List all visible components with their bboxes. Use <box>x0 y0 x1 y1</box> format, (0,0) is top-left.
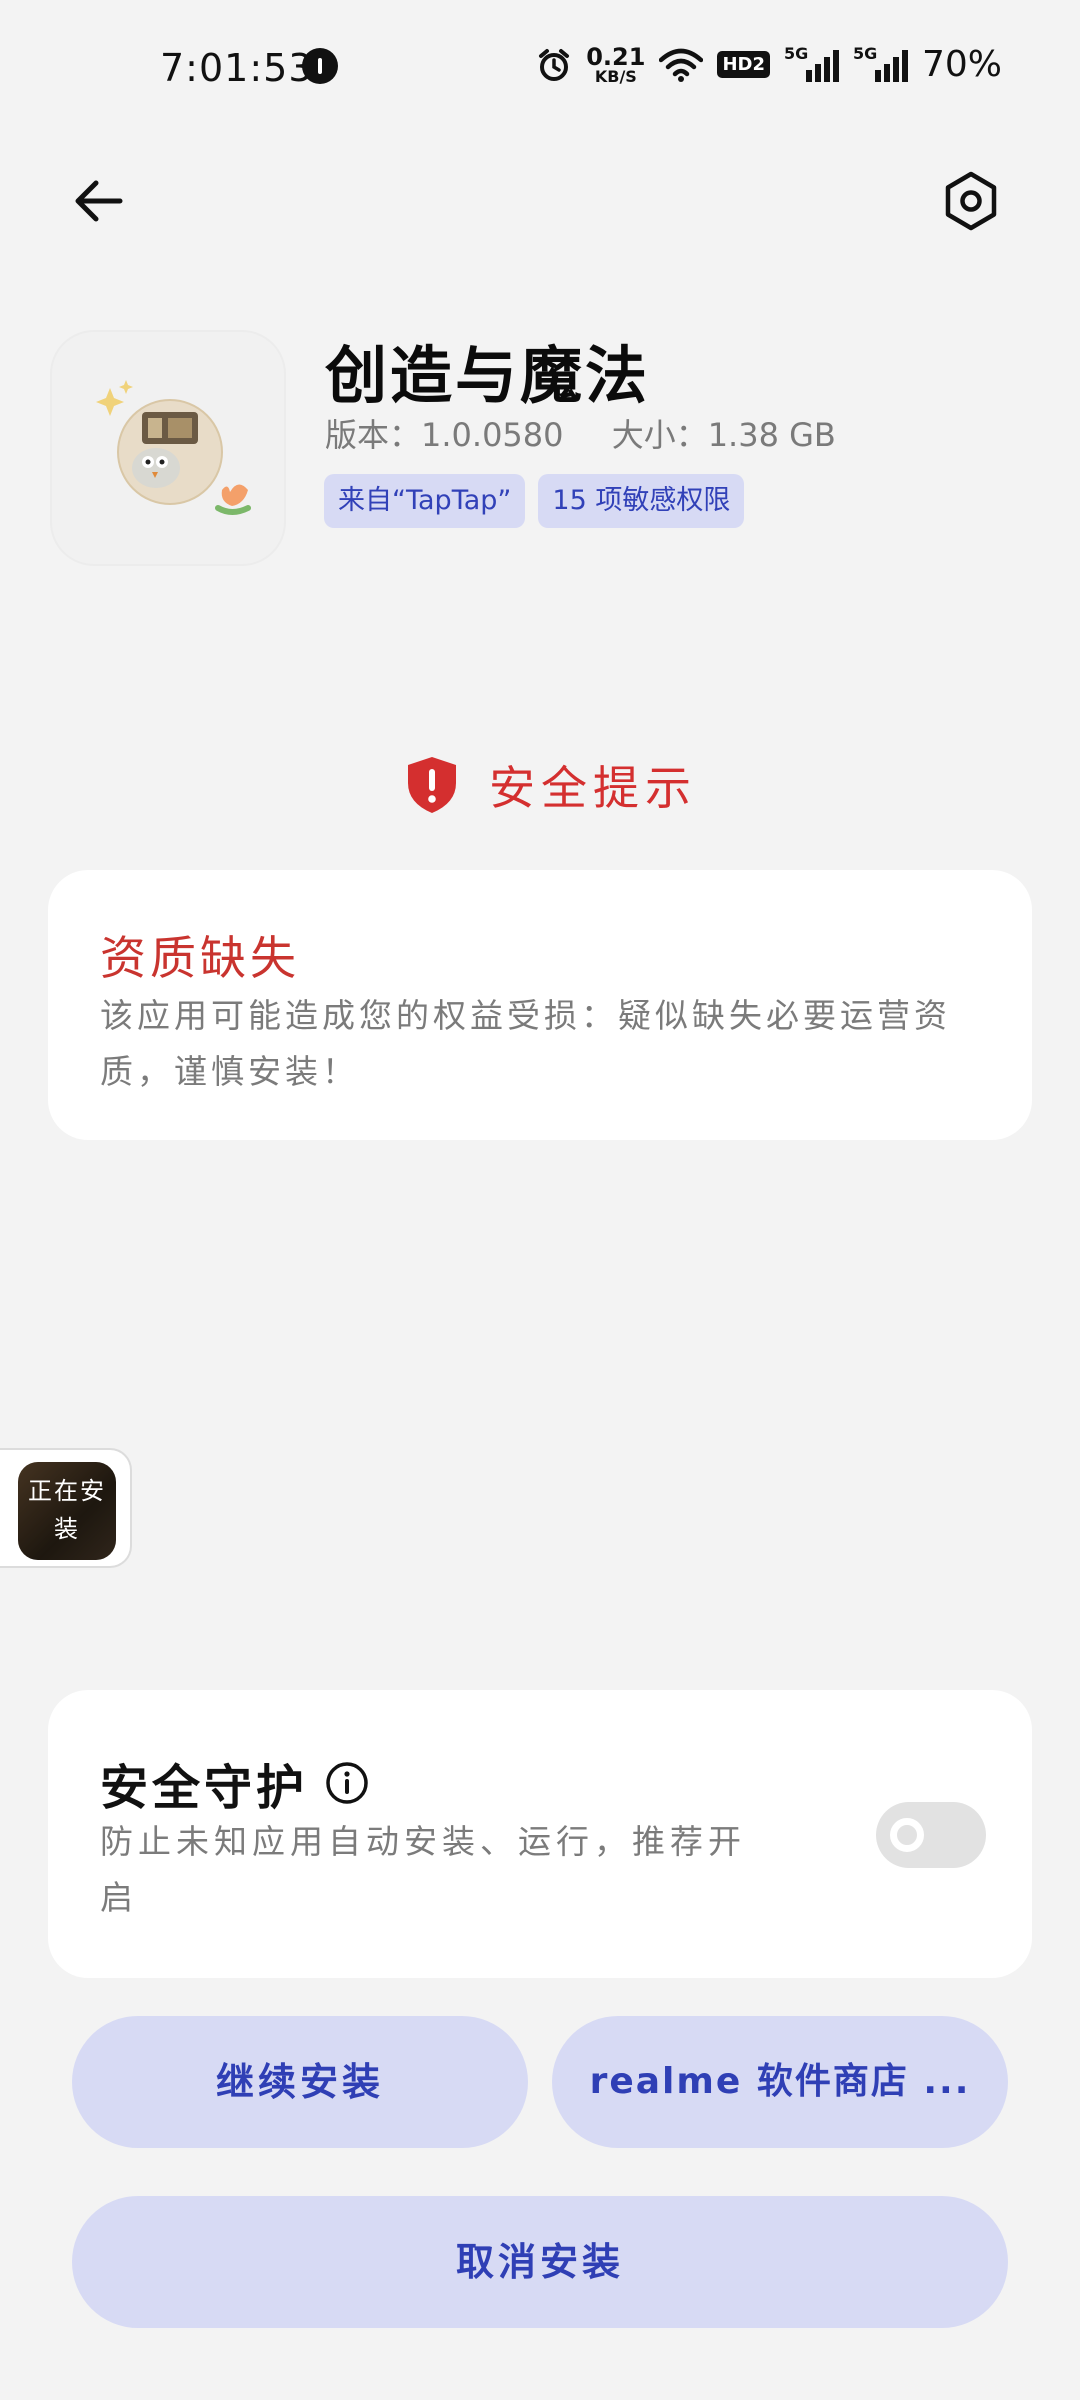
protection-title: 安全守护 <box>100 1760 309 1816</box>
wifi-icon <box>659 48 704 82</box>
security-notice-header: 安全提示 <box>405 752 697 818</box>
protection-description: 防止未知应用自动安装、运行，推荐开启 <box>100 1822 746 1917</box>
protection-toggle[interactable] <box>876 1802 986 1868</box>
protection-card: 安全守护 防止未知应用自动安装、运行，推荐开启 <box>48 1690 1032 1978</box>
signal-1-label: 5G <box>783 43 809 63</box>
app-meta: 版本：1.0.0580 大小：1.38 GB <box>325 410 836 456</box>
app-name: 创造与魔法 <box>325 339 651 412</box>
risk-description: 该应用可能造成您的权益受损：疑似缺失必要运营资质，谨慎安装！ <box>100 996 951 1091</box>
settings-hexagon-icon <box>945 171 997 231</box>
app-icon <box>50 330 286 566</box>
continue-install-button[interactable]: 继续安装 <box>72 2016 528 2148</box>
cell-signal-2-icon: 5G <box>853 44 908 82</box>
status-time: 7:01:53 <box>160 46 314 90</box>
toggle-knob <box>890 1818 924 1852</box>
signal-2-label: 5G <box>852 43 878 63</box>
info-circle-icon[interactable] <box>324 1760 370 1806</box>
app-version: 版本：1.0.0580 <box>325 416 564 454</box>
net-speed-value: 0.21 <box>586 42 646 71</box>
battery-percent: 70% <box>921 44 1002 85</box>
permissions-tag[interactable]: 15 项敏感权限 <box>538 474 745 528</box>
cancel-install-button[interactable]: 取消安装 <box>72 2196 1008 2328</box>
shield-warning-icon <box>408 757 456 813</box>
security-notice-title: 安全提示 <box>489 761 697 815</box>
notification-dot-icon <box>302 48 338 84</box>
install-screen: 7:01:53 0.21 KB/S HD2 5G 5G 70% 创造与魔法 版本… <box>0 0 1080 2400</box>
status-icons: 0.21 KB/S HD2 5G 5G 70% <box>536 44 1002 85</box>
app-size: 大小：1.38 GB <box>611 416 836 454</box>
source-tag[interactable]: 来自“TapTap” <box>324 474 526 528</box>
settings-button[interactable] <box>938 168 1004 234</box>
app-icon-artwork <box>96 380 251 515</box>
installing-floating-bubble[interactable]: 正在安装 <box>0 1448 132 1568</box>
back-button[interactable] <box>68 168 134 234</box>
risk-title: 资质缺失 <box>100 931 300 985</box>
protection-title-row: 安全守护 <box>100 1748 370 1818</box>
app-tags: 来自“TapTap” 15 项敏感权限 <box>324 474 745 528</box>
installing-label: 正在安装 <box>28 1477 106 1543</box>
app-store-button[interactable]: realme 软件商店 ... <box>552 2016 1008 2148</box>
net-speed-unit: KB/S <box>594 66 637 86</box>
risk-card: 资质缺失 该应用可能造成您的权益受损：疑似缺失必要运营资质，谨慎安装！ <box>48 870 1032 1140</box>
alarm-icon <box>539 48 570 81</box>
arrow-left-icon <box>75 180 123 222</box>
cell-signal-1-icon: 5G <box>784 44 839 82</box>
net-speed: 0.21 KB/S <box>586 45 645 85</box>
hd-voice-badge: HD2 <box>717 51 770 78</box>
status-bar: 7:01:53 0.21 KB/S HD2 5G 5G 70% <box>0 40 1080 100</box>
